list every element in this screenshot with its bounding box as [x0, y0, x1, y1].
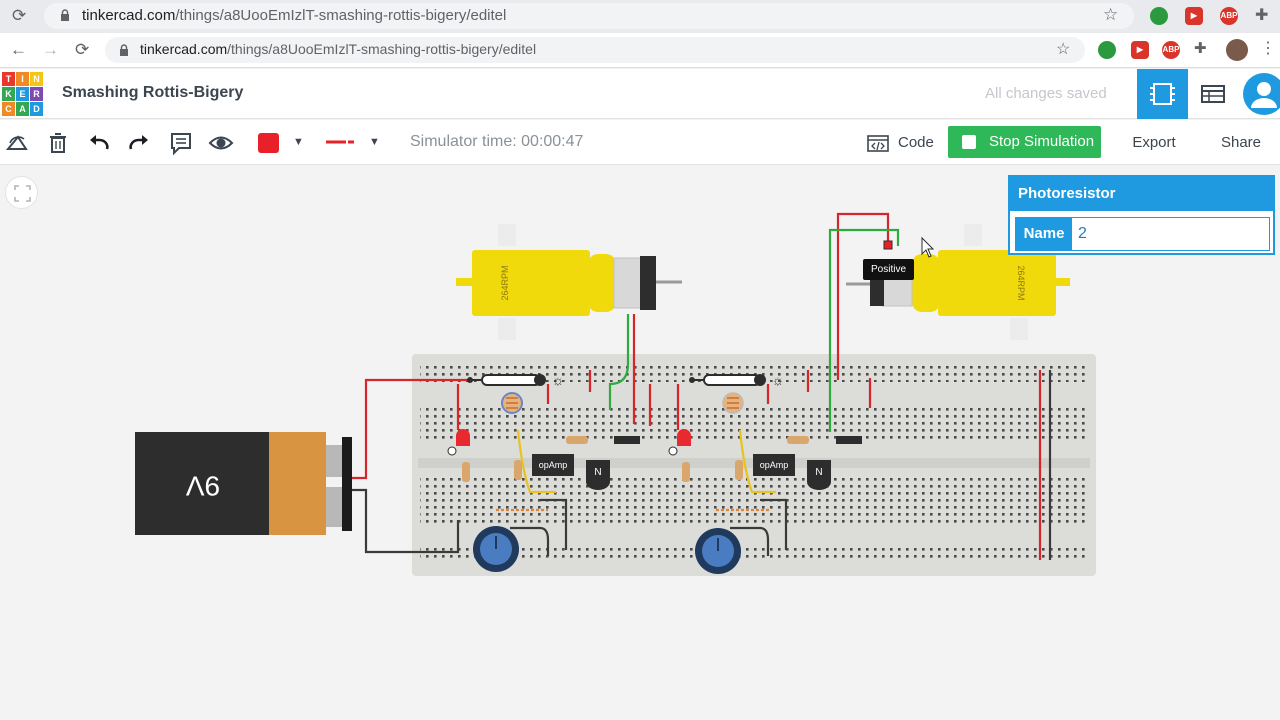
outer-browser-bar: ⟳ tinkercad.com/things/a8UooEmIzlT-smash… [0, 0, 1280, 33]
stop-simulation-button[interactable]: Stop Simulation [948, 126, 1101, 158]
power-rail-bottom[interactable] [420, 546, 1088, 562]
extensions-puzzle-icon[interactable]: ✚ [1194, 39, 1207, 57]
transistor-1[interactable]: N [586, 460, 610, 490]
logo-letter: N [30, 72, 43, 86]
delete-trash-icon[interactable] [44, 129, 72, 157]
transistor-2[interactable]: N [807, 460, 831, 490]
logo-letter: K [2, 87, 15, 101]
redo-icon[interactable] [125, 129, 153, 157]
share-button[interactable]: Share [1203, 127, 1279, 159]
reload-icon[interactable]: ⟳ [12, 6, 26, 26]
chevron-down-icon[interactable]: ▼ [293, 136, 304, 148]
save-status: All changes saved [985, 85, 1107, 102]
user-avatar[interactable] [1242, 72, 1280, 116]
bookmark-star-icon[interactable]: ☆ [1103, 5, 1118, 25]
opamp-2[interactable]: opAmp [753, 454, 795, 476]
extension-globe-icon[interactable] [1098, 41, 1116, 59]
logo-letter: C [2, 102, 15, 116]
inner-url-host: tinkercad.com [140, 41, 228, 57]
dc-motor-left[interactable]: 264RPM [456, 224, 682, 340]
inspector-panel: Photoresistor Name [1008, 175, 1275, 255]
fill-color-swatch[interactable] [258, 133, 279, 153]
logo-letter: D [30, 102, 43, 116]
diode-2[interactable] [836, 436, 862, 444]
code-button[interactable]: Code [858, 127, 942, 159]
motor-rpm-label: 264RPM [1016, 265, 1026, 300]
sun-icon: ☼ [772, 372, 785, 388]
transistor-label: N [594, 467, 601, 478]
profile-avatar[interactable] [1226, 39, 1248, 61]
undo-icon[interactable] [85, 129, 113, 157]
extension-globe-icon[interactable] [1150, 7, 1168, 25]
tinkercad-logo[interactable]: T I N K E R C A D [2, 72, 43, 116]
photoresistor-2[interactable] [722, 392, 744, 414]
name-field-row: Name [1015, 217, 1270, 251]
lock-icon [119, 43, 129, 56]
transistor-label: N [815, 467, 822, 478]
opamp-label: opAmp [760, 460, 789, 470]
diode-1[interactable] [614, 436, 640, 444]
lock-icon [60, 8, 70, 21]
logo-letter: E [16, 87, 29, 101]
inspector-title: Photoresistor [1010, 177, 1273, 211]
potentiometer-1[interactable] [473, 526, 519, 572]
terminal-strip-bottom[interactable] [420, 476, 1088, 526]
design-title[interactable]: Smashing Rottis-Bigery [62, 84, 243, 102]
outer-url[interactable]: tinkercad.com/things/a8UooEmIzlT-smashin… [82, 7, 506, 24]
stop-square-icon [962, 135, 976, 149]
circuit-view-button[interactable] [1137, 69, 1188, 119]
potentiometer-2[interactable] [695, 528, 741, 574]
extension-play-icon[interactable]: ▶ [1185, 7, 1203, 25]
outer-url-host: tinkercad.com [82, 7, 176, 24]
extension-play-icon[interactable]: ▶ [1131, 41, 1149, 59]
reload-icon[interactable]: ⟳ [75, 40, 89, 60]
inner-url[interactable]: tinkercad.com/things/a8UooEmIzlT-smashin… [140, 41, 536, 57]
chip-icon [1150, 83, 1175, 105]
inner-url-path: /things/a8UooEmIzlT-smashing-rottis-bige… [227, 41, 537, 57]
code-icon [867, 135, 889, 152]
logo-letter: A [16, 102, 29, 116]
extensions-puzzle-icon[interactable]: ✚ [1255, 5, 1268, 25]
photoresistor-1[interactable] [501, 392, 523, 414]
rotate-icon[interactable] [4, 129, 32, 157]
logo-letter: R [30, 87, 43, 101]
back-arrow-icon[interactable]: ← [10, 40, 27, 60]
outer-url-path: /things/a8UooEmIzlT-smashing-rottis-bige… [175, 7, 507, 24]
adblock-icon[interactable]: ABP [1162, 41, 1180, 59]
component-list-button[interactable] [1190, 69, 1236, 119]
stop-label: Stop Simulation [989, 133, 1095, 150]
code-label: Code [898, 134, 934, 151]
menu-kebab-icon[interactable]: ⋮ [1260, 38, 1276, 58]
adblock-icon[interactable]: ABP [1220, 7, 1238, 25]
bookmark-star-icon[interactable]: ☆ [1056, 39, 1070, 59]
sun-icon: ☼ [552, 372, 565, 388]
name-field[interactable] [1078, 218, 1258, 250]
opamp-label: opAmp [539, 460, 568, 470]
table-icon [1201, 85, 1225, 103]
visibility-eye-icon[interactable] [207, 129, 235, 157]
simulator-time: Simulator time: 00:00:47 [410, 133, 584, 150]
logo-letter: I [16, 72, 29, 86]
motor-rpm-label: 264RPM [500, 265, 510, 300]
notes-icon[interactable] [167, 129, 195, 157]
forward-arrow-icon[interactable]: → [42, 40, 59, 60]
terminal-tooltip: Positive [863, 259, 914, 280]
battery-label: 9V [186, 471, 221, 502]
user-icon [1243, 73, 1280, 115]
chevron-down-icon[interactable]: ▼ [369, 136, 380, 148]
battery-9v[interactable]: 9V [135, 432, 352, 535]
name-label: Name [1016, 218, 1072, 250]
logo-letter: T [2, 72, 15, 86]
export-button[interactable]: Export [1114, 127, 1194, 159]
opamp-1[interactable]: opAmp [532, 454, 574, 476]
inner-browser-bar: ← → ⟳ tinkercad.com/things/a8UooEmIzlT-s… [0, 33, 1280, 68]
